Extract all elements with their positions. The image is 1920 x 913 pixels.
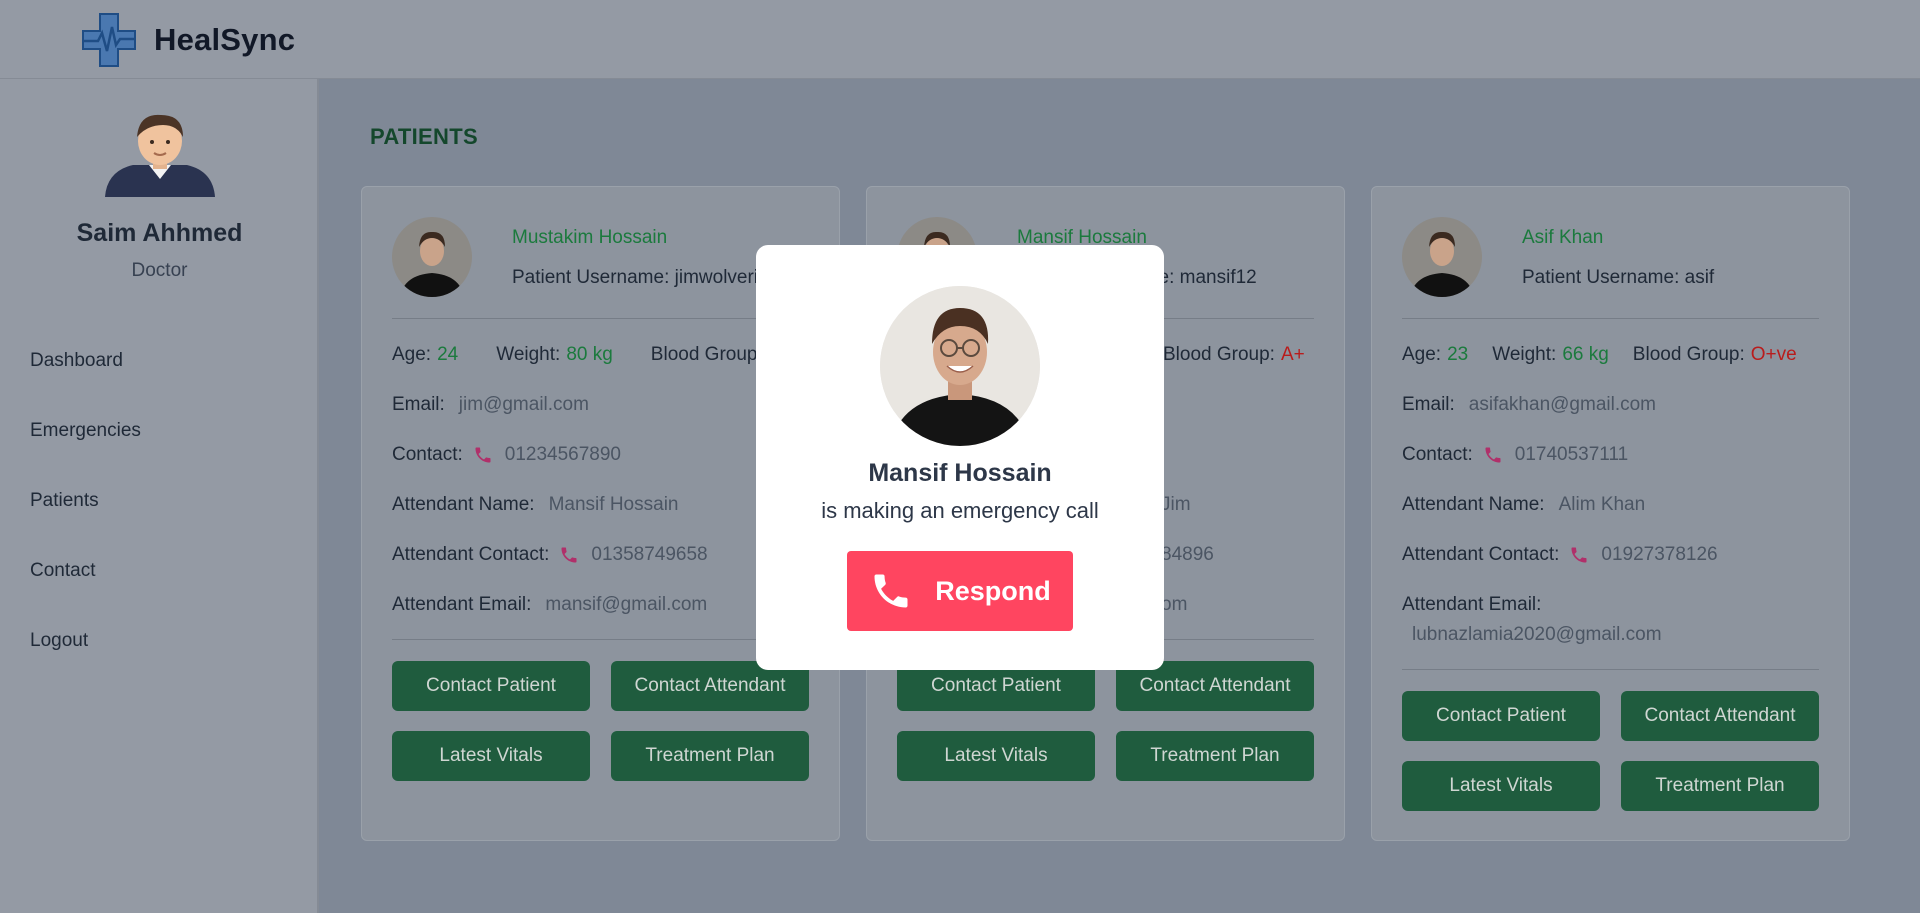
- sidebar-item-patients[interactable]: Patients: [30, 489, 141, 559]
- phone-icon[interactable]: [559, 545, 579, 565]
- attendant-name-label: Attendant Name:: [392, 494, 535, 515]
- contact-value[interactable]: 01740537111: [1515, 444, 1628, 466]
- vitals-row: Age: 24 Weight: 80 kg Blood Group:: [392, 344, 763, 366]
- doctor-avatar: [105, 114, 215, 197]
- call-message: is making an emergency call: [821, 498, 1099, 523]
- email-value[interactable]: jim@gmail.com: [459, 394, 589, 416]
- attendant-contact-value[interactable]: 01927378126: [1601, 544, 1717, 566]
- contact-attendant-button[interactable]: Contact Attendant: [1621, 691, 1819, 741]
- contact-label: Contact:: [392, 444, 463, 465]
- blood-group-label: Blood Group:: [1163, 344, 1275, 365]
- age-value: 24: [437, 344, 459, 365]
- attendant-name-value: Alim Khan: [1558, 494, 1646, 515]
- respond-label: Respond: [935, 575, 1051, 606]
- latest-vitals-button[interactable]: Latest Vitals: [392, 731, 590, 781]
- sidebar-item-logout[interactable]: Logout: [30, 629, 141, 699]
- email-value[interactable]: asifakhan@gmail.com: [1469, 394, 1656, 416]
- patient-photo: [392, 217, 472, 297]
- page-title: PATIENTS: [370, 124, 478, 149]
- attendant-email-label: Attendant Email:: [1402, 594, 1542, 615]
- attendant-email-value-row: lubnazlamia2020@gmail.com: [1412, 624, 1662, 646]
- sidebar-nav: Dashboard Emergencies Patients Contact L…: [30, 349, 141, 699]
- contact-patient-button[interactable]: Contact Patient: [392, 661, 590, 711]
- latest-vitals-button[interactable]: Latest Vitals: [1402, 761, 1600, 811]
- contact-label: Contact:: [1402, 444, 1473, 465]
- email-label: Email:: [1402, 394, 1455, 415]
- weight-value: 66 kg: [1562, 344, 1609, 365]
- respond-button[interactable]: Respond: [847, 551, 1073, 631]
- weight-label: Weight:: [496, 344, 561, 365]
- contact-row: Contact: 01740537111: [1402, 444, 1628, 466]
- weight-label: Weight:: [1492, 344, 1557, 365]
- patient-username: Patient Username: jimwolverine: [512, 267, 780, 288]
- phone-icon[interactable]: [473, 445, 493, 465]
- attendant-contact-row: Attendant Contact: 01927378126: [1402, 544, 1718, 566]
- attendant-email-value[interactable]: om: [1161, 594, 1187, 616]
- phone-icon[interactable]: [1569, 545, 1589, 565]
- attendant-email-value[interactable]: mansif@gmail.com: [545, 594, 707, 616]
- age-label: Age:: [1402, 344, 1442, 365]
- vitals-row: Blood Group: A+: [1163, 344, 1305, 366]
- card-divider: [1402, 669, 1819, 670]
- contact-row: Contact: 01234567890: [392, 444, 621, 466]
- blood-group-label: Blood Group:: [1632, 344, 1745, 365]
- card-divider: [1402, 318, 1819, 319]
- treatment-plan-button[interactable]: Treatment Plan: [1116, 731, 1314, 781]
- blood-group-label: Blood Group:: [650, 344, 763, 365]
- blood-group-value: A+: [1280, 344, 1305, 365]
- age-value: 23: [1447, 344, 1469, 365]
- sidebar: Saim Ahhmed Doctor Dashboard Emergencies…: [0, 79, 319, 913]
- sidebar-item-dashboard[interactable]: Dashboard: [30, 349, 141, 419]
- treatment-plan-button[interactable]: Treatment Plan: [1621, 761, 1819, 811]
- email-label: Email:: [392, 394, 445, 415]
- attendant-name-label: Attendant Name:: [1402, 494, 1545, 515]
- email-row: Email: jim@gmail.com: [392, 394, 589, 416]
- weight-value: 80 kg: [566, 344, 613, 365]
- attendant-email-row: Attendant Email:: [1402, 594, 1541, 616]
- contact-patient-button[interactable]: Contact Patient: [1402, 691, 1600, 741]
- doctor-name: Saim Ahhmed: [76, 219, 243, 247]
- phone-icon[interactable]: [1483, 445, 1503, 465]
- sidebar-item-contact[interactable]: Contact: [30, 559, 141, 629]
- attendant-contact-label: Attendant Contact:: [1402, 544, 1560, 565]
- sidebar-item-emergencies[interactable]: Emergencies: [30, 419, 141, 489]
- caller-photo: [880, 286, 1040, 446]
- attendant-email-row: Attendant Email: mansif@gmail.com: [392, 594, 707, 616]
- attendant-name-row: Attendant Name: Mansif Hossain: [392, 494, 678, 516]
- attendant-email-value[interactable]: lubnazlamia2020@gmail.com: [1412, 624, 1662, 646]
- attendant-contact-label: Attendant Contact:: [392, 544, 550, 565]
- email-row: Email: asifakhan@gmail.com: [1402, 394, 1656, 416]
- age-label: Age:: [392, 344, 432, 365]
- patient-card: Asif Khan Patient Username: asif Age: 23 …: [1371, 186, 1850, 841]
- attendant-contact-value[interactable]: 01358749658: [591, 544, 707, 566]
- medical-cross-icon: [82, 13, 136, 67]
- contact-value[interactable]: 01234567890: [505, 444, 621, 466]
- latest-vitals-button[interactable]: Latest Vitals: [897, 731, 1095, 781]
- brand-logo[interactable]: HealSync: [80, 11, 295, 69]
- patient-username: Patient Username: asif: [1522, 267, 1715, 288]
- attendant-name-value: Mansif Hossain: [548, 494, 679, 515]
- attendant-email-label: Attendant Email:: [392, 594, 532, 615]
- patient-name[interactable]: Mustakim Hossain: [512, 227, 667, 249]
- emergency-call-modal: Mansif Hossain is making an emergency ca…: [756, 245, 1164, 670]
- patient-name[interactable]: Asif Khan: [1522, 227, 1603, 249]
- treatment-plan-button[interactable]: Treatment Plan: [611, 731, 809, 781]
- phone-icon: [874, 574, 908, 608]
- caller-name: Mansif Hossain: [868, 459, 1052, 487]
- attendant-contact-row: Attendant Contact: 01358749658: [392, 544, 708, 566]
- doctor-role: Doctor: [131, 260, 188, 281]
- attendant-name-value: Jim: [1161, 494, 1191, 515]
- patient-photo: [1402, 217, 1482, 297]
- brand-name: HealSync: [154, 22, 296, 57]
- attendant-name-row: Attendant Name: Alim Khan: [1402, 494, 1645, 516]
- attendant-contact-value[interactable]: 84896: [1161, 544, 1214, 566]
- blood-group-value: O+ve: [1750, 344, 1797, 365]
- vitals-row: Age: 23 Weight: 66 kg Blood Group: O+ve: [1402, 344, 1797, 366]
- top-header: HealSync: [0, 0, 1920, 79]
- card-divider: [392, 318, 809, 319]
- card-divider: [392, 639, 809, 640]
